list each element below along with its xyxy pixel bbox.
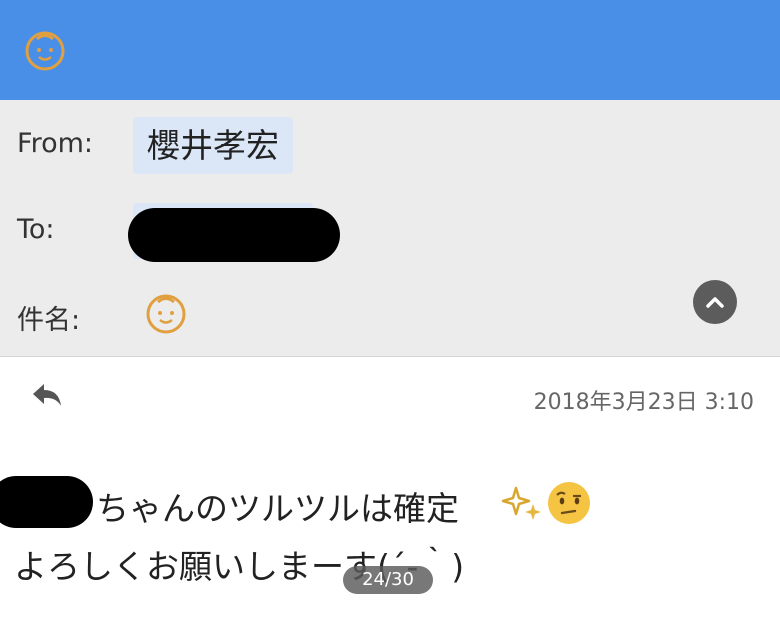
redaction-mark bbox=[0, 476, 93, 528]
subject-label: 件名: bbox=[17, 305, 81, 336]
message-header: From: 櫻井孝宏 To: 件名: bbox=[0, 100, 780, 357]
baby-face-icon bbox=[146, 294, 186, 334]
from-label: From: bbox=[17, 128, 93, 159]
chevron-up-icon bbox=[706, 297, 724, 308]
top-app-bar bbox=[0, 0, 780, 100]
reply-arrow-icon[interactable] bbox=[30, 380, 64, 410]
message-date: 2018年3月23日 3:10 bbox=[533, 390, 754, 415]
face-with-raised-eyebrow-icon bbox=[548, 482, 590, 524]
page-indicator: 24/30 bbox=[343, 566, 433, 594]
to-label: To: bbox=[17, 214, 55, 245]
baby-face-icon[interactable] bbox=[24, 30, 66, 72]
sparkles-icon bbox=[501, 486, 541, 520]
collapse-header-button[interactable] bbox=[693, 280, 737, 324]
message-body-line-1: ちゃんのツルツルは確定 bbox=[96, 489, 459, 528]
redaction-mark bbox=[128, 208, 340, 262]
from-sender-chip[interactable]: 櫻井孝宏 bbox=[133, 117, 293, 174]
